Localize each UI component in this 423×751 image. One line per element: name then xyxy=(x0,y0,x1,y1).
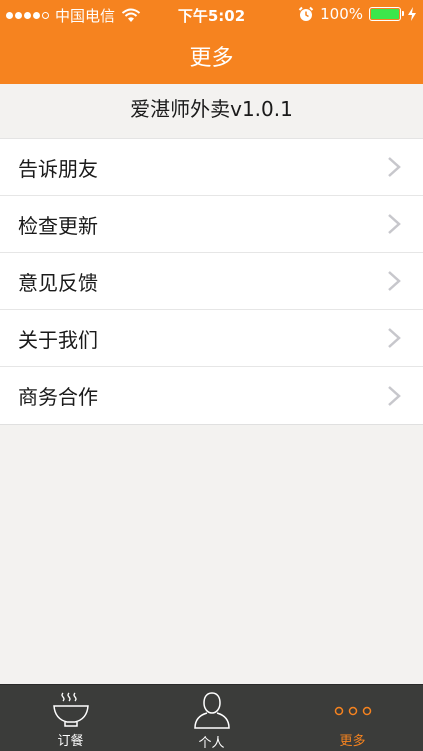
menu-item-tell-friends[interactable]: 告诉朋友 xyxy=(0,139,423,196)
bowl-icon xyxy=(52,692,89,727)
status-right: 100% xyxy=(298,5,417,23)
alarm-clock-icon xyxy=(298,6,314,21)
battery-icon xyxy=(369,7,404,21)
menu-item-label: 检查更新 xyxy=(18,213,98,238)
menu-item-label: 关于我们 xyxy=(18,327,98,352)
chevron-right-icon xyxy=(388,328,401,348)
tab-label: 更多 xyxy=(339,734,366,749)
nav-header: 中国电信 下午5:02 100% 更多 xyxy=(0,0,423,84)
menu-item-label: 告诉朋友 xyxy=(18,156,98,181)
chevron-right-icon xyxy=(388,385,401,406)
battery-percent: 100% xyxy=(320,5,363,23)
chevron-right-icon xyxy=(388,157,401,177)
tab-label: 个人 xyxy=(198,736,225,751)
tab-profile[interactable]: 个人 xyxy=(141,685,282,751)
tab-label: 订餐 xyxy=(57,734,84,749)
status-bar: 中国电信 下午5:02 100% xyxy=(0,0,423,28)
menu-item-feedback[interactable]: 意见反馈 xyxy=(0,253,423,310)
menu-item-about-us[interactable]: 关于我们 xyxy=(0,310,423,367)
tab-order[interactable]: 订餐 xyxy=(0,685,141,751)
tab-bar: 订餐 个人 更多 xyxy=(0,684,423,751)
app-version-text: 爱湛师外卖v1.0.1 xyxy=(130,97,293,121)
tab-more[interactable]: 更多 xyxy=(282,685,423,751)
chevron-right-icon xyxy=(388,271,401,291)
more-dots-icon xyxy=(334,706,371,716)
menu-item-business[interactable]: 商务合作 xyxy=(0,367,423,424)
page-title: 更多 xyxy=(189,46,234,71)
menu-item-label: 商务合作 xyxy=(18,385,98,409)
menu-item-check-update[interactable]: 检查更新 xyxy=(0,196,423,253)
menu-item-label: 意见反馈 xyxy=(18,270,98,295)
person-icon xyxy=(193,692,230,729)
chevron-right-icon xyxy=(388,214,401,234)
settings-menu: 告诉朋友 检查更新 意见反馈 关于我们 商务合作 xyxy=(0,138,423,425)
charging-bolt-icon xyxy=(408,7,416,21)
